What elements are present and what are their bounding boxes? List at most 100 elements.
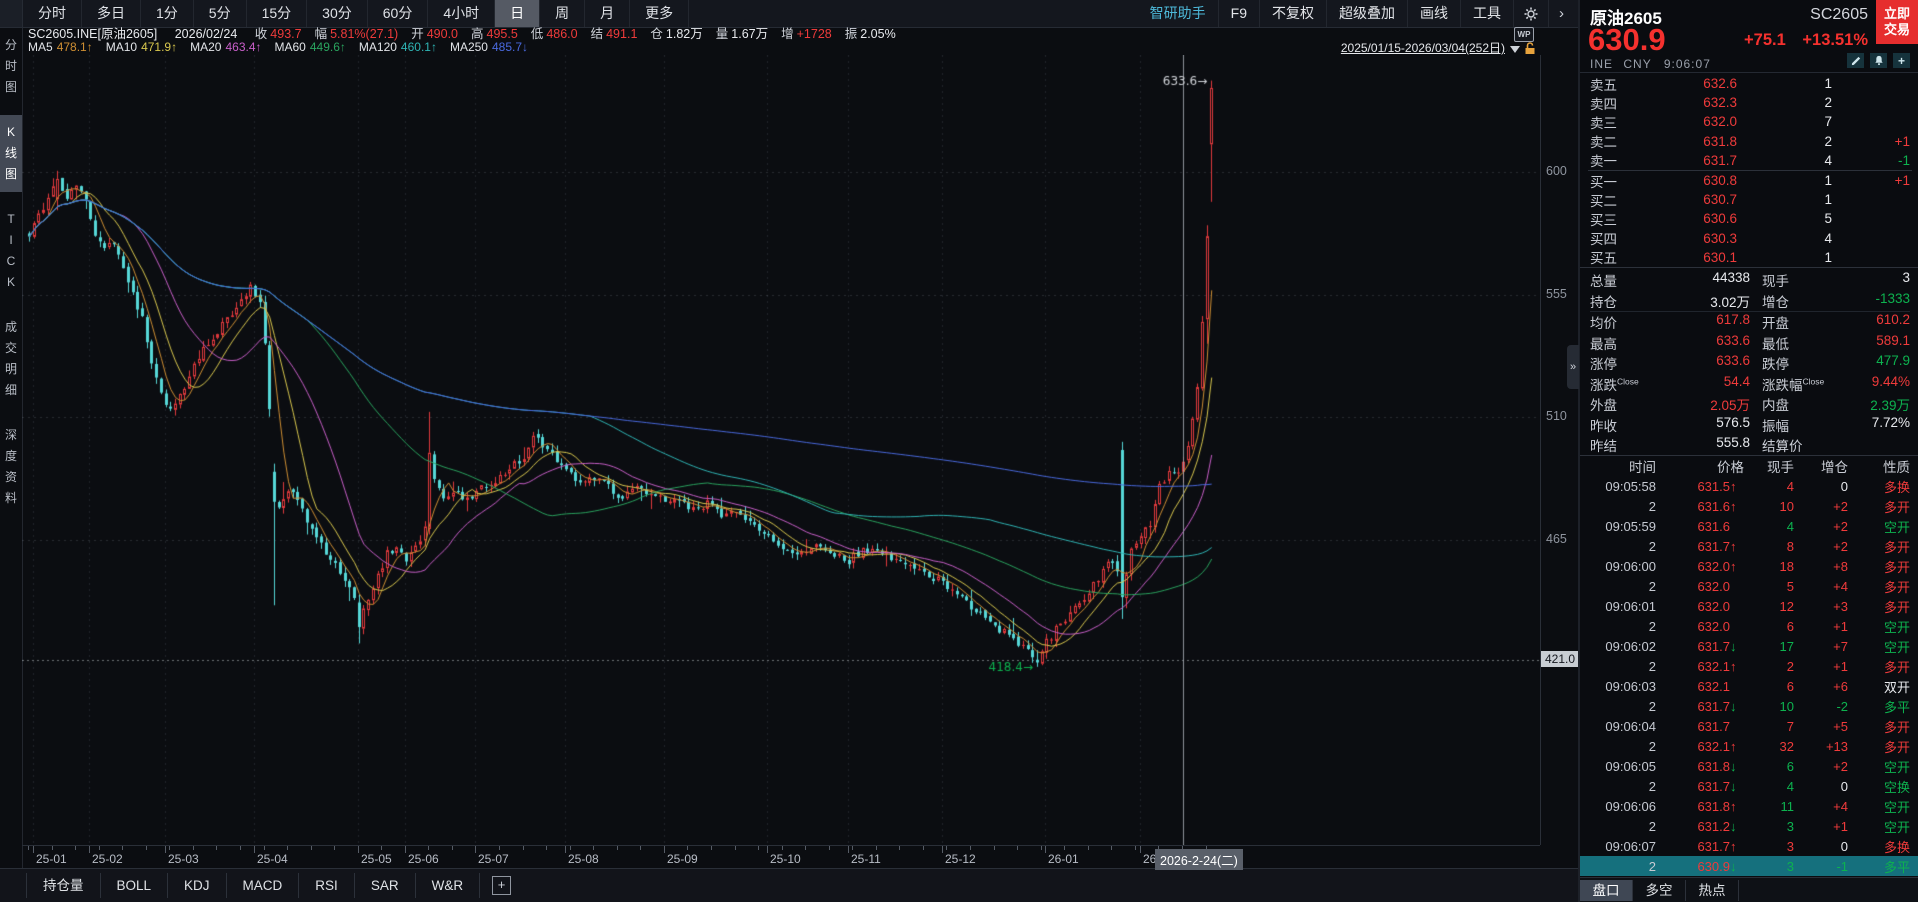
tick-time: 09:06:02: [1590, 639, 1656, 654]
toolbar-button-画线[interactable]: 画线: [1407, 0, 1460, 27]
stats-row: 持仓3.02万增仓-1333: [1590, 290, 1910, 311]
info-field-value: 493.7: [270, 27, 301, 41]
period-tab-月[interactable]: 月: [585, 0, 630, 27]
tick-lots: 6: [1744, 619, 1794, 634]
trade-button-line2: 交易: [1876, 22, 1918, 38]
add-watch-icon[interactable]: +: [1893, 53, 1910, 68]
sidebar-item-K线图[interactable]: K线图: [0, 115, 22, 192]
order-book-row-买四: 买四630.34: [1590, 229, 1910, 248]
sidebar-item-TICK[interactable]: TICK: [0, 202, 22, 300]
toolbar-button-F9[interactable]: F9: [1218, 0, 1259, 27]
order-book-row-买五: 买五630.11: [1590, 248, 1910, 267]
period-tab-1分[interactable]: 1分: [141, 0, 194, 27]
date-axis-tick: [475, 846, 476, 853]
period-tab-日[interactable]: 日: [495, 0, 540, 27]
ma-value: 485.7↓: [492, 40, 528, 54]
date-axis-label: 25-08: [568, 852, 599, 866]
quote-panel: » 原油2605 SC2605 立即 交易 630.9 +75.1 +13.51…: [1580, 0, 1918, 902]
quote-time: 9:06:07: [1664, 57, 1711, 71]
toolbar-button-工具[interactable]: 工具: [1460, 0, 1513, 27]
trade-now-button[interactable]: 立即 交易: [1876, 0, 1918, 44]
tick-lots: 3: [1744, 859, 1794, 874]
period-tab-30分[interactable]: 30分: [307, 0, 368, 27]
panel-collapse-handle[interactable]: »: [1567, 345, 1579, 389]
currency-label: CNY: [1623, 57, 1651, 71]
ob-change: +1: [1832, 134, 1910, 149]
period-tab-更多[interactable]: 更多: [630, 0, 689, 27]
panel-tab-多空[interactable]: 多空: [1633, 880, 1686, 901]
ai-assistant-button[interactable]: 智研助手: [1138, 0, 1218, 27]
wp-window-icon[interactable]: WP: [1514, 27, 1534, 42]
tick-table-header: 时间价格现手增仓性质: [1580, 455, 1918, 476]
tick-price: 631.7: [1656, 639, 1730, 654]
indicator-tab-SAR[interactable]: SAR: [355, 873, 416, 898]
sidebar-item-分时图[interactable]: 分时图: [0, 28, 22, 105]
add-indicator-button[interactable]: +: [492, 876, 511, 895]
alert-bell-icon[interactable]: [1870, 53, 1887, 68]
toolbar-button-超级叠加[interactable]: 超级叠加: [1326, 0, 1407, 27]
period-tab-4小时[interactable]: 4小时: [428, 0, 495, 27]
stats-value: 633.6: [1716, 353, 1750, 373]
ob-price: 632.6: [1642, 76, 1737, 91]
tick-row: 09:06:05631.8↓6+2空开: [1580, 756, 1918, 776]
date-range-text[interactable]: 2025/01/15-2026/03/04(252日): [1341, 41, 1505, 55]
indicator-tab-BOLL[interactable]: BOLL: [101, 873, 169, 898]
tick-oi-change: +6: [1794, 679, 1848, 694]
toolbar-expand-chevron[interactable]: ›: [1548, 0, 1578, 27]
toolbar-button-不复权[interactable]: 不复权: [1259, 0, 1326, 27]
trade-button-line1: 立即: [1876, 6, 1918, 22]
date-axis-minor-tick: [829, 846, 830, 850]
date-axis[interactable]: 25-0125-0225-0325-0425-0525-0625-0725-08…: [22, 845, 1540, 869]
period-tab-多日[interactable]: 多日: [82, 0, 141, 27]
settings-gear-icon[interactable]: [1513, 0, 1548, 27]
tick-row: 2631.6↑10+2多开: [1580, 496, 1918, 516]
sidebar-item-成交明细[interactable]: 成交明细: [0, 310, 22, 408]
tick-nature: 多开: [1848, 717, 1910, 736]
indicator-tab-KDJ[interactable]: KDJ: [168, 873, 227, 898]
chevron-down-icon[interactable]: [1510, 46, 1520, 53]
indicator-tab-MACD[interactable]: MACD: [227, 873, 300, 898]
stats-label: 涨跌幅Close: [1762, 374, 1824, 394]
period-tab-60分[interactable]: 60分: [368, 0, 429, 27]
unlock-icon[interactable]: [1524, 42, 1536, 55]
tick-time: 09:06:03: [1590, 679, 1656, 694]
date-axis-tick: [405, 846, 406, 853]
ma-value: 460.1↑: [401, 40, 437, 54]
tick-time: 2: [1590, 739, 1656, 754]
date-axis-minor-tick: [499, 846, 500, 850]
stats-value: 576.5: [1716, 415, 1750, 435]
indicator-tab-RSI[interactable]: RSI: [299, 873, 355, 898]
period-tab-15分[interactable]: 15分: [247, 0, 308, 27]
period-tab-5分[interactable]: 5分: [194, 0, 247, 27]
info-field: 结491.1: [591, 27, 638, 41]
indicator-tab-W&R[interactable]: W&R: [416, 873, 481, 898]
date-axis-minor-tick: [546, 846, 547, 850]
date-axis-tick: [664, 846, 665, 853]
date-axis-label: 25-10: [770, 852, 801, 866]
kline-canvas[interactable]: [22, 55, 1540, 845]
kline-chart[interactable]: [22, 55, 1540, 845]
tick-arrow-icon: ↑: [1730, 839, 1744, 854]
stats-label: 昨结: [1590, 435, 1617, 455]
price-axis-label: 465: [1546, 532, 1567, 546]
stats-value: 555.8: [1716, 435, 1750, 455]
tick-lots: 10: [1744, 699, 1794, 714]
indicator-tab-持仓量[interactable]: 持仓量: [26, 873, 101, 898]
price-axis-label: 555: [1546, 287, 1567, 301]
edit-pencil-icon[interactable]: [1847, 53, 1864, 68]
tick-lots: 2: [1744, 659, 1794, 674]
date-range-selector[interactable]: 2025/01/15-2026/03/04(252日): [1341, 41, 1536, 55]
stats-value: 44338: [1712, 270, 1750, 290]
panel-tab-盘口[interactable]: 盘口: [1580, 880, 1633, 901]
period-tab-分时[interactable]: 分时: [23, 0, 82, 27]
tick-price: 632.0: [1656, 619, 1730, 634]
price-axis[interactable]: 600555510465421.0: [1540, 55, 1579, 845]
period-tab-周[interactable]: 周: [540, 0, 585, 27]
date-axis-tick: [565, 846, 566, 853]
panel-tab-热点[interactable]: 热点: [1686, 880, 1739, 901]
info-field-value: 1.67万: [731, 27, 768, 41]
app-menu-icon[interactable]: [0, 0, 23, 27]
stats-value: -1333: [1875, 291, 1910, 311]
sidebar-item-深度资料[interactable]: 深度资料: [0, 418, 22, 516]
tick-lots: 17: [1744, 639, 1794, 654]
